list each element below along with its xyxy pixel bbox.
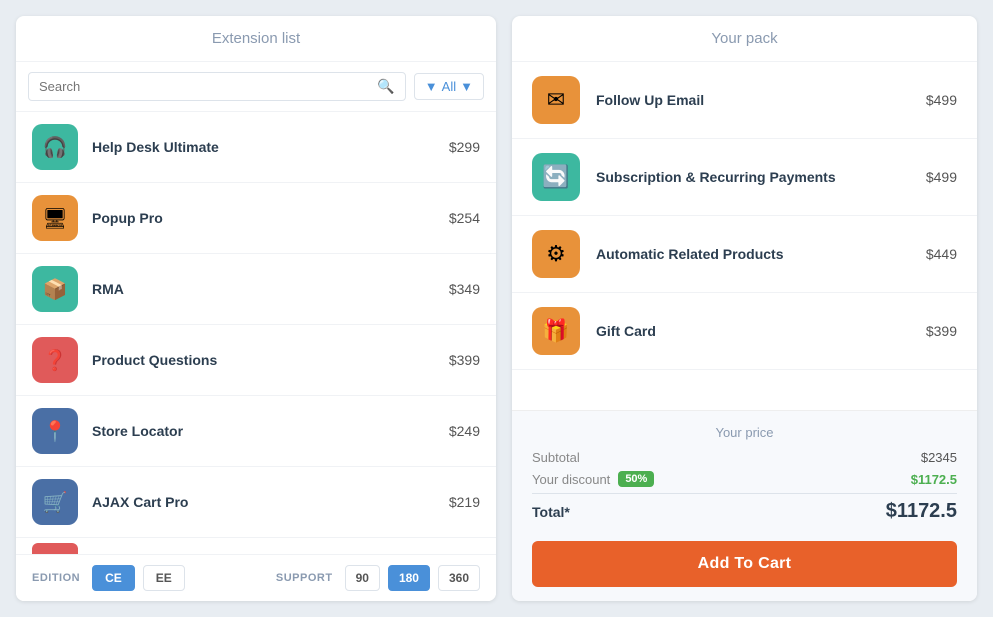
search-input-wrap[interactable]: 🔍 [28, 72, 406, 101]
total-row: Total* $1172.5 [532, 493, 957, 523]
extension-icon: 📍 [32, 408, 78, 454]
your-pack-panel: Your pack ✉ Follow Up Email $499 🔄 Subsc… [512, 16, 977, 601]
filter-label: All [442, 79, 456, 94]
pack-item-price: $399 [926, 323, 957, 339]
list-item[interactable]: 🎧 Help Desk Ultimate $299 [16, 112, 496, 183]
discount-label: Your discount 50% [532, 471, 654, 487]
filter-button[interactable]: ▼ All ▼ [414, 73, 484, 100]
extension-price: $249 [449, 423, 480, 439]
extension-name: Product Questions [92, 352, 435, 368]
pack-list: ✉ Follow Up Email $499 🔄 Subscription & … [512, 62, 977, 410]
pack-list-item[interactable]: ⚙ Automatic Related Products $449 [512, 216, 977, 293]
extension-price: $299 [449, 139, 480, 155]
pack-item-price: $499 [926, 169, 957, 185]
extension-list-panel: Extension list 🔍 ▼ All ▼ 🎧 Help Desk Ult… [16, 16, 496, 601]
partial-list-item [16, 538, 496, 554]
pack-item-price: $449 [926, 246, 957, 262]
price-section-title: Your price [532, 425, 957, 440]
extension-icon: 📦 [32, 266, 78, 312]
support-360-button[interactable]: 360 [438, 565, 480, 591]
pack-item-price: $499 [926, 92, 957, 108]
extension-name: Popup Pro [92, 210, 435, 226]
extension-price: $219 [449, 494, 480, 510]
pack-item-name: Automatic Related Products [596, 246, 910, 262]
your-pack-title: Your pack [512, 16, 977, 62]
discount-value: $1172.5 [911, 472, 957, 487]
extension-price: $254 [449, 210, 480, 226]
extension-name: RMA [92, 281, 435, 297]
discount-badge: 50% [618, 471, 654, 487]
pack-icon: 🔄 [532, 153, 580, 201]
pack-list-item[interactable]: 🔄 Subscription & Recurring Payments $499 [512, 139, 977, 216]
bottom-bar: EDITION CE EE SUPPORT 90 180 360 [16, 554, 496, 601]
pack-list-item[interactable]: 🎁 Gift Card $399 [512, 293, 977, 370]
pack-item-name: Gift Card [596, 323, 910, 339]
price-section: Your price Subtotal $2345 Your discount … [512, 410, 977, 601]
extension-name: Store Locator [92, 423, 435, 439]
subtotal-value: $2345 [921, 450, 957, 465]
chevron-down-icon: ▼ [460, 79, 473, 94]
pack-item-name: Follow Up Email [596, 92, 910, 108]
pack-list-item[interactable]: ✉ Follow Up Email $499 [512, 62, 977, 139]
extension-list: 🎧 Help Desk Ultimate $299 🖥 Popup Pro $2… [16, 112, 496, 554]
list-item[interactable]: 🛒 AJAX Cart Pro $219 [16, 467, 496, 538]
subtotal-row: Subtotal $2345 [532, 450, 957, 465]
support-label: SUPPORT [276, 572, 333, 584]
list-item[interactable]: 📍 Store Locator $249 [16, 396, 496, 467]
extension-list-title: Extension list [16, 16, 496, 62]
pack-icon: 🎁 [532, 307, 580, 355]
filter-icon: ▼ [425, 79, 438, 94]
list-item[interactable]: 🖥 Popup Pro $254 [16, 183, 496, 254]
extension-price: $349 [449, 281, 480, 297]
pack-icon: ✉ [532, 76, 580, 124]
edition-ee-button[interactable]: EE [143, 565, 185, 591]
support-180-button[interactable]: 180 [388, 565, 430, 591]
extension-name: Help Desk Ultimate [92, 139, 435, 155]
support-90-button[interactable]: 90 [345, 565, 380, 591]
add-to-cart-button[interactable]: Add To Cart [532, 541, 957, 587]
extension-icon: 🖥 [32, 195, 78, 241]
search-input[interactable] [39, 79, 371, 94]
extension-icon: 🛒 [32, 479, 78, 525]
edition-label: EDITION [32, 572, 80, 584]
list-item[interactable]: ❓ Product Questions $399 [16, 325, 496, 396]
search-bar: 🔍 ▼ All ▼ [16, 62, 496, 112]
extension-price: $399 [449, 352, 480, 368]
extension-name: AJAX Cart Pro [92, 494, 435, 510]
total-value: $1172.5 [886, 500, 957, 523]
subtotal-label: Subtotal [532, 450, 580, 465]
discount-row: Your discount 50% $1172.5 [532, 471, 957, 487]
edition-ce-button[interactable]: CE [92, 565, 135, 591]
extension-icon: 🎧 [32, 124, 78, 170]
search-icon: 🔍 [377, 78, 394, 95]
list-item[interactable]: 📦 RMA $349 [16, 254, 496, 325]
total-label: Total* [532, 504, 570, 520]
pack-item-name: Subscription & Recurring Payments [596, 169, 910, 185]
extension-icon: ❓ [32, 337, 78, 383]
pack-icon: ⚙ [532, 230, 580, 278]
